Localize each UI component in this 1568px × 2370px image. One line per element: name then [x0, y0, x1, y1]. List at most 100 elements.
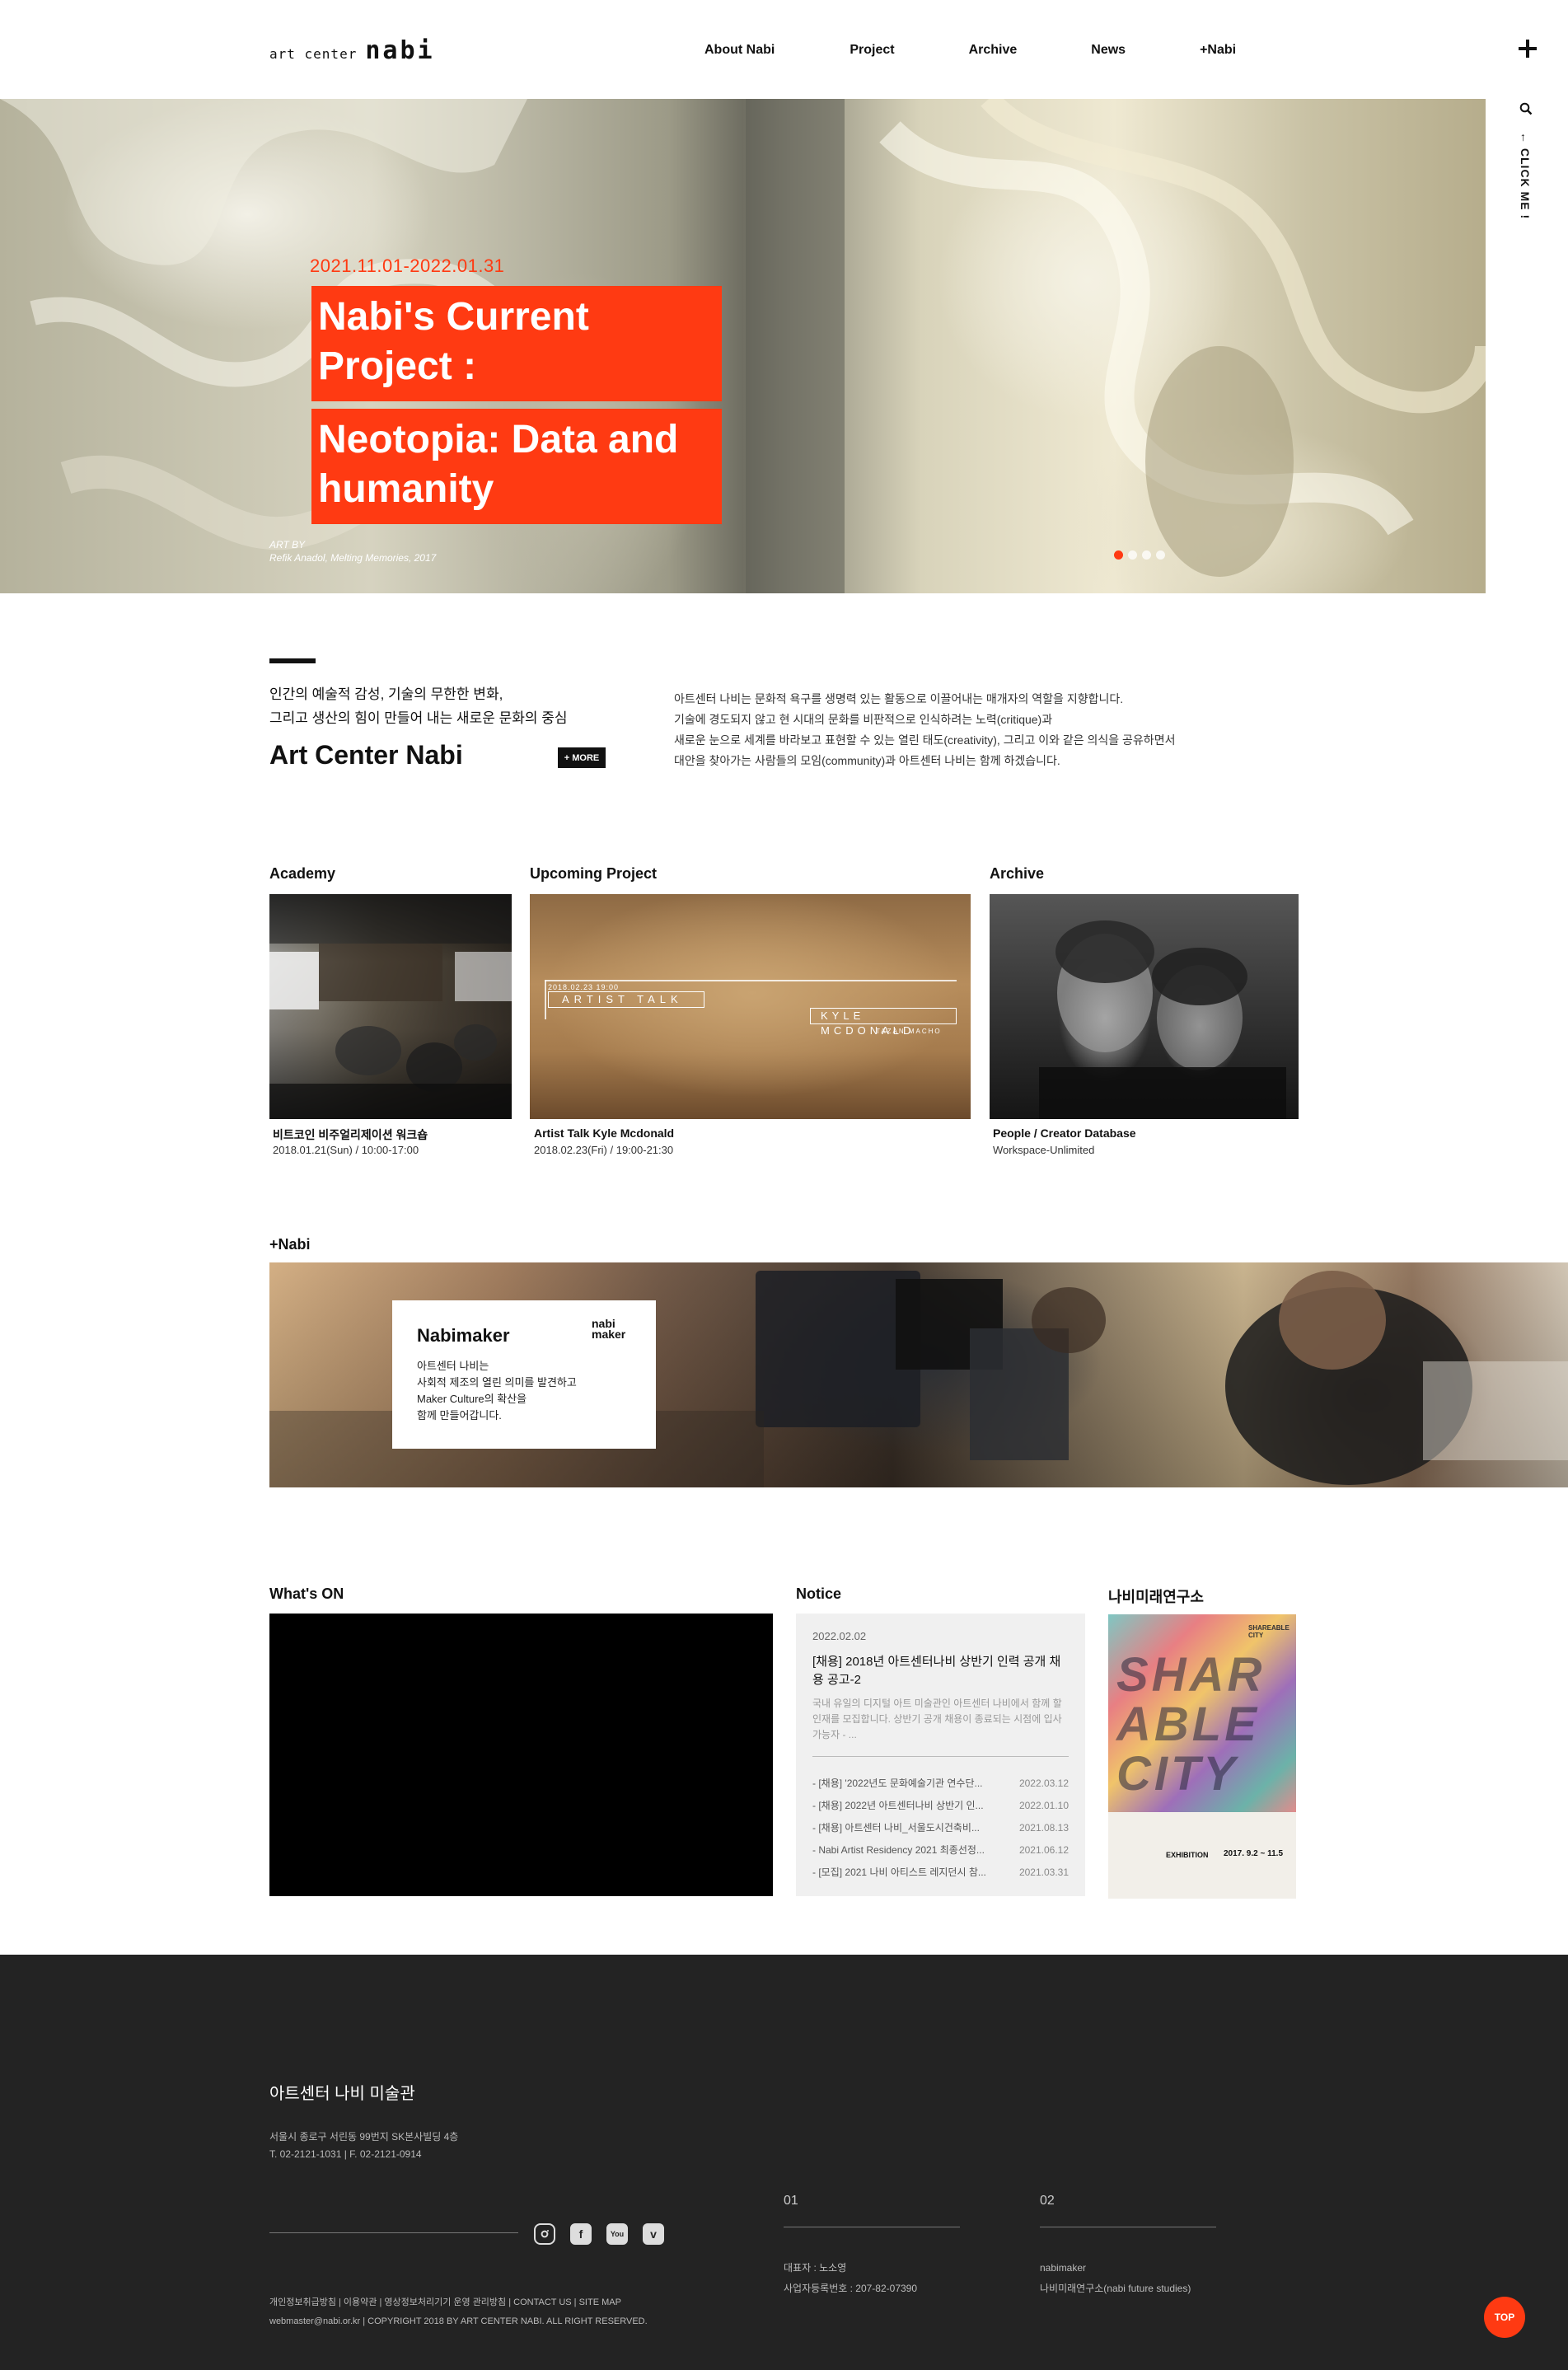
lab-poster-word-1: SHAR	[1116, 1648, 1266, 1702]
lab-poster-date: 2017. 9.2 ~ 11.5	[1224, 1849, 1284, 1858]
footer-col2-number: 02	[1040, 2194, 1055, 2208]
nabimaker-desc-line-1: 아트센터 나비는	[417, 1360, 489, 1372]
hero-date: 2021.11.01-2022.01.31	[310, 255, 505, 276]
footer-address-line: 서울시 종로구 서린동 99번지 SK본사빌딩 4층	[269, 2131, 459, 2143]
footer-policy-links[interactable]: 개인정보취급방침 | 이용약관 | 영상정보처리기기 운영 관리방침 | CON…	[269, 2293, 648, 2312]
upcoming-title[interactable]: Artist Talk Kyle Mcdonald	[534, 1126, 674, 1140]
academy-image[interactable]	[269, 894, 512, 1119]
lab-poster-word-2: ABLE	[1116, 1698, 1260, 1751]
footer-address: 서울시 종로구 서린동 99번지 SK본사빌딩 4층 T. 02-2121-10…	[269, 2129, 458, 2163]
notice-item-title: - [채용] 2022년 아트센터나비 상반기 인...	[812, 1800, 984, 1811]
intro-desc-line-4: 대안을 찾아가는 사람들의 모임(community)과 아트센터 나비는 함께…	[674, 754, 1060, 767]
upcoming-image[interactable]: 2018.02.23 19:00 ARTIST TALK KYLE MCDONA…	[530, 894, 971, 1119]
footer-ceo: 대표자 : 노소영	[784, 2262, 847, 2274]
academy-heading: Academy	[269, 865, 336, 882]
click-me-link[interactable]: ← CLICK ME !	[1512, 132, 1542, 222]
lab-poster-word-3: CITY	[1116, 1747, 1239, 1801]
footer-col1-text: 대표자 : 노소영 사업자등록번호 : 207-82-07390	[784, 2258, 917, 2299]
nav-about-nabi[interactable]: About Nabi	[704, 43, 775, 58]
nabimaker-desc-line-3: Maker Culture의 확산을	[417, 1393, 527, 1405]
notice-item[interactable]: - [채용] 아트센터 나비_서울도시건축비... 2021.08.13	[812, 1817, 1069, 1839]
notice-divider	[812, 1756, 1069, 1757]
lab-poster-corner: SHAREABLE CITY	[1248, 1624, 1290, 1639]
hero-credit-label: ART BY	[269, 539, 306, 550]
nabimaker-card[interactable]: Nabimaker nabi maker 아트센터 나비는 사회적 제조의 열린…	[392, 1300, 656, 1449]
nabimaker-description: 아트센터 나비는 사회적 제조의 열린 의미를 발견하고 Maker Cultu…	[417, 1358, 577, 1424]
main-nav: About Nabi Project Archive News +Nabi	[704, 43, 1236, 58]
footer-copyright: webmaster@nabi.or.kr | COPYRIGHT 2018 BY…	[269, 2316, 648, 2326]
hero-dot-2[interactable]	[1128, 550, 1137, 560]
click-me-label: ← CLICK ME !	[1519, 132, 1532, 220]
intro-tagline: 인간의 예술적 감성, 기술의 무한한 변화, 그리고 생산의 힘이 만들어 내…	[269, 682, 568, 730]
nav-project[interactable]: Project	[850, 43, 894, 58]
hero-dot-4[interactable]	[1156, 550, 1165, 560]
intro-desc-line-1: 아트센터 나비는 문화적 욕구를 생명력 있는 활동으로 이끌어내는 매개자의 …	[674, 692, 1124, 705]
back-to-top-button[interactable]: TOP	[1484, 2297, 1525, 2338]
nav-plus-nabi[interactable]: +Nabi	[1200, 43, 1236, 58]
intro-tagline-line-1: 인간의 예술적 감성, 기술의 무한한 변화,	[269, 686, 503, 702]
hero-title-line-2[interactable]: Neotopia: Data and humanity	[311, 409, 722, 524]
lab-poster[interactable]: SHAREABLE CITY SHAR ABLE CITY EXHIBITION…	[1108, 1614, 1296, 1899]
intro-desc-line-3: 새로운 눈으로 세계를 바라보고 표현할 수 있는 열린 태도(creativi…	[674, 733, 1176, 747]
hero-dot-1[interactable]	[1114, 550, 1123, 560]
hero-title-line-1[interactable]: Nabi's Current Project :	[311, 286, 722, 401]
hero-pagination	[1114, 550, 1165, 560]
footer-links: 개인정보취급방침 | 이용약관 | 영상정보처리기기 운영 관리방침 | CON…	[269, 2293, 648, 2331]
notice-item-title: - [채용] '2022년도 문화예술기관 연수단...	[812, 1778, 983, 1789]
upcoming-overlay-date: 2018.02.23 19:00	[548, 983, 620, 991]
upcoming-date: 2018.02.23(Fri) / 19:00-21:30	[534, 1144, 674, 1156]
footer-business-number: 사업자등록번호 : 207-82-07390	[784, 2283, 918, 2294]
site-logo[interactable]: art center nabi	[269, 36, 435, 65]
academy-title[interactable]: 비트코인 비주얼리제이션 워크숍	[273, 1126, 428, 1143]
footer-divider	[269, 2232, 518, 2233]
notice-list: - [채용] '2022년도 문화예술기관 연수단... 2022.03.12 -…	[812, 1773, 1069, 1884]
lab-poster-label: EXHIBITION	[1166, 1851, 1209, 1859]
nabimaker-logo-bottom: maker	[592, 1328, 626, 1341]
hero-background-artwork	[0, 99, 1486, 593]
hero-dot-3[interactable]	[1142, 550, 1151, 560]
footer-col2-text: nabimaker 나비미래연구소(nabi future studies)	[1040, 2258, 1191, 2299]
intro-title: Art Center Nabi	[269, 740, 463, 770]
notice-item[interactable]: - [모집] 2021 나비 아티스트 레지던시 참... 2021.03.31	[812, 1862, 1069, 1884]
intro-desc-line-2: 기술에 경도되지 않고 현 시대의 문화를 비판적으로 인식하려는 노력(cri…	[674, 713, 1053, 726]
archive-heading: Archive	[990, 865, 1045, 882]
notice-item-date: 2021.08.13	[1018, 1822, 1069, 1834]
archive-title[interactable]: People / Creator Database	[993, 1126, 1136, 1140]
notice-item-title: - [모집] 2021 나비 아티스트 레지던시 참...	[812, 1866, 986, 1878]
site-header: art center nabi About Nabi Project Archi…	[0, 0, 1568, 99]
notice-item-title: - Nabi Artist Residency 2021 최종선정...	[812, 1844, 985, 1856]
nav-archive[interactable]: Archive	[969, 43, 1018, 58]
site-footer: 아트센터 나비 미술관 서울시 종로구 서린동 99번지 SK본사빌딩 4층 T…	[0, 1955, 1568, 2370]
notice-item[interactable]: - [채용] 2022년 아트센터나비 상반기 인... 2022.01.10	[812, 1795, 1069, 1817]
hero-slider: 2021.11.01-2022.01.31 Nabi's Current Pro…	[0, 99, 1486, 593]
notice-item-title: - [채용] 아트센터 나비_서울도시건축비...	[812, 1822, 980, 1834]
footer-col1-number: 01	[784, 2194, 798, 2208]
footer-link-future-studies[interactable]: 나비미래연구소(nabi future studies)	[1040, 2279, 1191, 2299]
whats-on-heading: What's ON	[269, 1585, 344, 1602]
youtube-icon[interactable]: You	[606, 2223, 628, 2245]
upcoming-overlay-left: ARTIST TALK	[548, 991, 704, 1008]
notice-item[interactable]: - Nabi Artist Residency 2021 최종선정... 2021…	[812, 1839, 1069, 1862]
intro-accent-bar	[269, 658, 316, 663]
search-icon[interactable]	[1519, 102, 1533, 115]
notice-featured-title[interactable]: [채용] 2018년 아트센터나비 상반기 인력 공개 채용 공고-2	[812, 1653, 1068, 1689]
footer-title: 아트센터 나비 미술관	[269, 2085, 415, 2103]
archive-sub: Workspace-Unlimited	[993, 1144, 1095, 1156]
notice-item[interactable]: - [채용] '2022년도 문화예술기관 연수단... 2022.03.12	[812, 1773, 1069, 1795]
notice-item-date: 2021.06.12	[1018, 1844, 1069, 1856]
instagram-icon[interactable]	[534, 2223, 555, 2245]
logo-big-text: nabi	[365, 36, 435, 65]
archive-image[interactable]	[990, 894, 1299, 1119]
more-button[interactable]: + MORE	[558, 747, 606, 768]
nabimaker-desc-line-2: 사회적 제조의 열린 의미를 발견하고	[417, 1376, 577, 1389]
lab-heading: 나비미래연구소	[1108, 1589, 1204, 1605]
facebook-icon[interactable]: f	[570, 2223, 592, 2245]
vimeo-icon[interactable]: v	[643, 2223, 664, 2245]
footer-link-nabimaker[interactable]: nabimaker	[1040, 2258, 1191, 2279]
plus-icon[interactable]	[1519, 40, 1537, 58]
nav-news[interactable]: News	[1091, 43, 1126, 58]
notice-heading: Notice	[796, 1585, 842, 1602]
whats-on-video[interactable]	[269, 1614, 773, 1896]
notice-item-date: 2022.01.10	[1018, 1800, 1069, 1811]
logo-small-text: art center	[269, 46, 358, 62]
